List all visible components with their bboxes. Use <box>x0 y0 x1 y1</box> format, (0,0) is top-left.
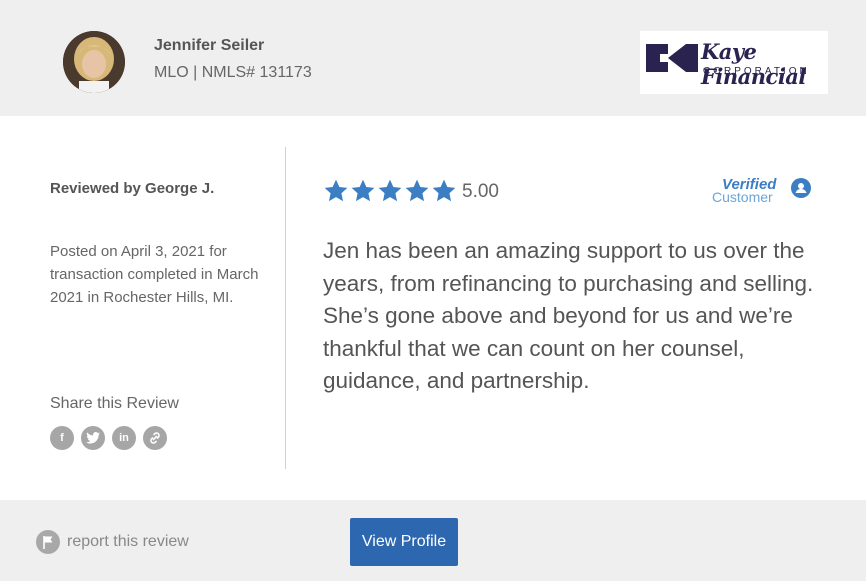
verified-customer-badge: Verified Customer <box>712 176 816 208</box>
review-text: Jen has been an amazing support to us ov… <box>323 238 814 393</box>
review-footer: report this review View Profile <box>0 500 866 581</box>
verified-check-icon <box>791 178 811 198</box>
twitter-icon[interactable] <box>81 426 105 450</box>
report-review-link[interactable]: report this review <box>36 530 189 554</box>
company-logo-name: Kaye Financial <box>701 39 806 89</box>
flag-icon <box>36 530 60 554</box>
view-profile-button[interactable]: View Profile <box>350 518 458 566</box>
reviewer-name: Reviewed by George J. <box>50 180 215 197</box>
share-icons: f in <box>50 426 167 450</box>
report-label: report this review <box>67 533 189 550</box>
review-card: Jennifer Seiler MLO | NMLS# 131173 Kaye … <box>0 0 866 581</box>
facebook-icon[interactable]: f <box>50 426 74 450</box>
star-icon <box>405 179 429 202</box>
posted-info: Posted on April 3, 2021 for transaction … <box>50 243 259 306</box>
link-icon[interactable] <box>143 426 167 450</box>
agent-license: MLO | NMLS# 131173 <box>154 64 312 81</box>
star-icon <box>351 179 375 202</box>
share-label: Share this Review <box>50 395 179 412</box>
star-icon <box>378 179 402 202</box>
linkedin-icon[interactable]: in <box>112 426 136 450</box>
agent-header: Jennifer Seiler MLO | NMLS# 131173 Kaye … <box>0 0 866 116</box>
customer-label: Customer <box>712 189 773 205</box>
column-divider <box>285 147 286 469</box>
agent-name: Jennifer Seiler <box>154 37 265 54</box>
agent-avatar <box>63 31 125 93</box>
star-icon <box>324 179 348 202</box>
company-logo-subtitle: CORPORATION <box>703 66 810 77</box>
rating-value: 5.00 <box>462 181 499 202</box>
company-logo-mark-icon <box>646 44 698 72</box>
company-logo: Kaye Financial CORPORATION <box>640 31 828 94</box>
star-rating <box>323 178 457 204</box>
star-icon <box>432 179 456 202</box>
